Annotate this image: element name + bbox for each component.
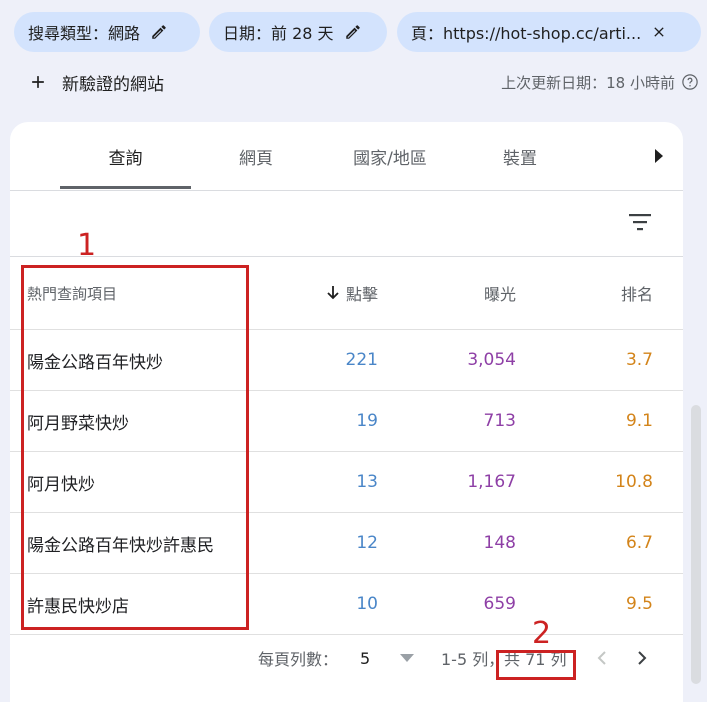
tab-label: 網頁 xyxy=(239,148,273,169)
position-cell: 9.1 xyxy=(625,411,653,431)
pagination-bar: 每頁列數： 5 1-5 列， 共 71 列 xyxy=(0,633,707,683)
close-icon[interactable] xyxy=(651,24,667,40)
column-header-clicks-label: 點擊 xyxy=(345,285,378,304)
chevron-right-icon xyxy=(638,651,647,665)
impressions-cell: 1,167 xyxy=(467,472,516,492)
column-header-clicks[interactable]: 點擊 xyxy=(326,257,378,329)
chevron-left-icon xyxy=(597,651,606,665)
clicks-cell: 221 xyxy=(345,350,378,370)
position-cell: 10.8 xyxy=(615,472,653,492)
clicks-cell: 13 xyxy=(356,472,378,492)
tab-label: 國家/地區 xyxy=(353,148,427,169)
impressions-cell: 659 xyxy=(483,594,516,614)
position-cell: 6.7 xyxy=(625,533,653,553)
next-page-button[interactable] xyxy=(636,633,648,683)
tab-label: 查詢 xyxy=(108,148,143,169)
tab-queries[interactable]: 查詢 xyxy=(60,122,191,190)
add-site-label: 新驗證的網站 xyxy=(62,74,164,95)
filter-list-icon xyxy=(629,214,651,231)
annotation-box-queries xyxy=(21,265,249,630)
page-scrollbar[interactable] xyxy=(691,405,701,684)
last-updated: 上次更新日期：18 小時前 xyxy=(501,64,699,100)
dropdown-arrow-icon xyxy=(400,654,415,662)
prev-page-button[interactable] xyxy=(596,633,608,683)
impressions-cell: 713 xyxy=(483,411,516,431)
tab-pages[interactable]: 網頁 xyxy=(206,122,306,190)
filter-rows-button[interactable] xyxy=(627,209,653,235)
table-toolbar xyxy=(10,191,683,257)
rows-per-page-value: 5 xyxy=(360,648,371,668)
impressions-cell: 148 xyxy=(483,533,516,553)
filter-chip-date[interactable]: 日期：前 28 天 xyxy=(209,12,387,52)
filter-chip-search-type[interactable]: 搜尋類型：網路 xyxy=(14,12,200,52)
impressions-cell: 3,054 xyxy=(467,350,516,370)
edit-icon[interactable] xyxy=(150,23,168,41)
top-bar: 新驗證的網站 上次更新日期：18 小時前 xyxy=(0,64,707,100)
column-header-impressions[interactable]: 曝光 xyxy=(484,257,516,329)
chevron-right-icon xyxy=(655,149,663,163)
position-cell: 9.5 xyxy=(625,594,653,614)
position-cell: 3.7 xyxy=(625,350,653,370)
rows-per-page-label: 每頁列數： xyxy=(258,650,339,669)
tab-countries[interactable]: 國家/地區 xyxy=(330,122,450,190)
column-header-position[interactable]: 排名 xyxy=(621,257,653,329)
last-updated-text: 上次更新日期：18 小時前 xyxy=(501,73,675,92)
active-tab-indicator xyxy=(60,186,191,189)
clicks-cell: 10 xyxy=(356,594,378,614)
tab-label: 裝置 xyxy=(503,148,537,169)
filter-chip-page-label: 頁：https://hot-shop.cc/arti... xyxy=(411,24,642,43)
filter-chip-page[interactable]: 頁：https://hot-shop.cc/arti... xyxy=(397,12,701,52)
rows-per-page-select[interactable]: 5 xyxy=(360,633,415,683)
tab-devices[interactable]: 裝置 xyxy=(475,122,565,190)
arrow-down-icon xyxy=(327,286,339,300)
annotation-number-2: 2 xyxy=(532,616,552,651)
plus-icon xyxy=(32,76,44,88)
tab-scroll-next-button[interactable] xyxy=(647,144,671,168)
annotation-box-total xyxy=(496,650,576,680)
clicks-cell: 12 xyxy=(356,533,378,553)
clicks-cell: 19 xyxy=(356,411,378,431)
filter-chip-date-label: 日期：前 28 天 xyxy=(223,24,334,43)
help-icon[interactable] xyxy=(681,73,699,91)
edit-icon[interactable] xyxy=(344,23,362,41)
page-range-text: 1-5 列， xyxy=(441,650,505,669)
annotation-number-1: 1 xyxy=(77,228,97,263)
tab-bar: 查詢 網頁 國家/地區 裝置 xyxy=(10,122,683,191)
add-site-button[interactable]: 新驗證的網站 xyxy=(28,64,164,100)
filter-chip-search-type-label: 搜尋類型：網路 xyxy=(28,24,141,43)
